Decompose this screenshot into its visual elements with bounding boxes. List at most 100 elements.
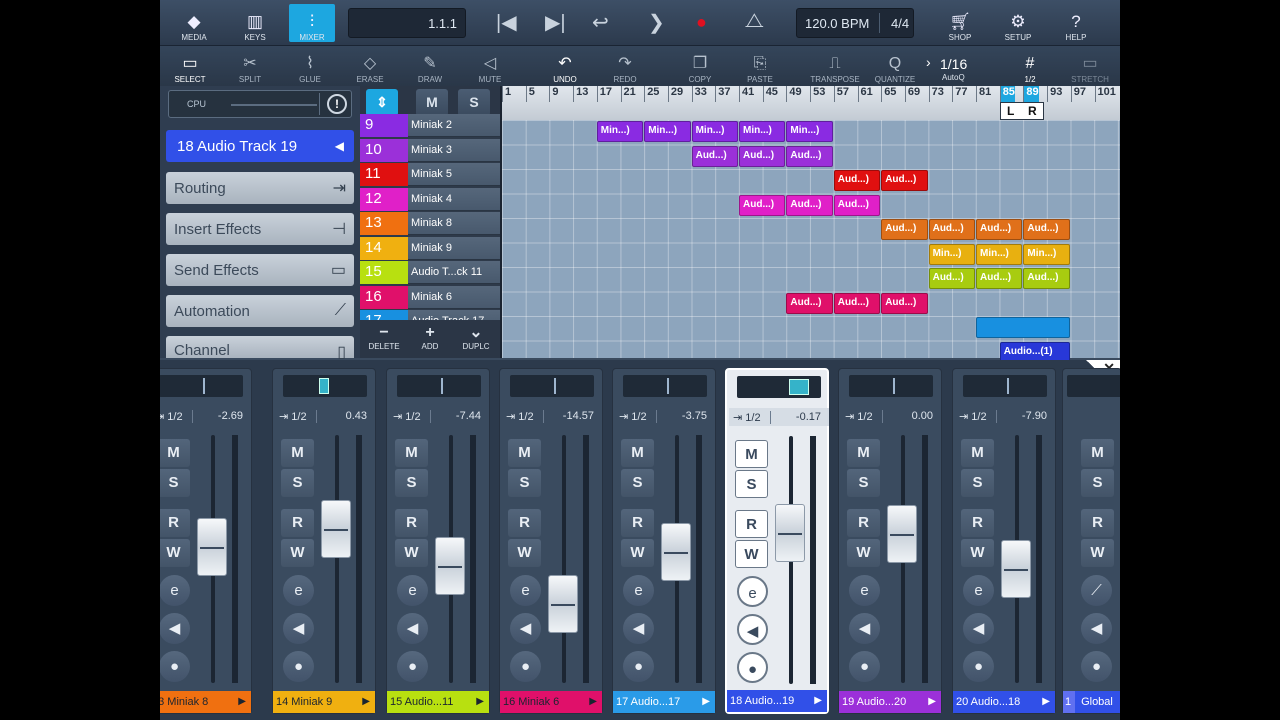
record-enable-button[interactable]: ● — [623, 651, 654, 682]
global-record-button[interactable]: ● — [1081, 651, 1112, 682]
cycle-icon[interactable]: ↩ — [592, 10, 609, 35]
track-row[interactable]: 10 Miniak 3 — [360, 138, 500, 162]
mute-button[interactable]: M — [395, 439, 428, 467]
edit-channel-button[interactable]: e — [397, 575, 428, 606]
mute-button[interactable]: M — [160, 439, 190, 467]
pan-indicator[interactable] — [667, 378, 669, 394]
record-enable-button[interactable]: ● — [283, 651, 314, 682]
monitor-button[interactable]: ◀ — [849, 613, 880, 644]
track-row[interactable]: 15 Audio T...ck 11 — [360, 261, 500, 284]
volume-fader[interactable] — [321, 500, 351, 559]
forward-icon[interactable]: ▶| — [545, 10, 566, 35]
channel-name-bar[interactable]: 14 Miniak 9 ▶ — [273, 691, 375, 713]
audio-event[interactable]: Aud...) — [833, 170, 881, 191]
audio-event[interactable]: Min...) — [691, 121, 738, 142]
audio-event[interactable]: Aud...) — [928, 219, 975, 240]
read-automation-button[interactable]: R — [395, 509, 428, 537]
solo-all-button[interactable]: S — [458, 89, 490, 116]
warning-icon[interactable]: ! — [327, 94, 347, 114]
select-tool[interactable]: ▭ SELECT — [165, 48, 215, 84]
pan-indicator[interactable] — [893, 378, 895, 394]
audio-event[interactable]: Min...) — [786, 121, 833, 142]
volume-fader[interactable] — [435, 537, 465, 596]
glue-tool[interactable]: ⌇ GLUE — [285, 48, 335, 84]
output-destination[interactable]: ⇥ 1/2 — [955, 409, 997, 423]
record-enable-button[interactable]: ● — [963, 651, 994, 682]
monitor-button[interactable]: ◀ — [737, 614, 768, 645]
quantize-button[interactable]: Q QUANTIZE — [870, 48, 920, 84]
selected-track-header[interactable]: 18 Audio Track 19 ◀ — [166, 130, 354, 162]
add-track-button[interactable]: + ADD — [408, 324, 452, 356]
routing-row[interactable]: ⇥ 1/2 -0.17 — [729, 408, 829, 426]
audio-event[interactable]: Aud...) — [1023, 219, 1070, 240]
channel-name-bar[interactable]: 16 Miniak 6 ▶ — [500, 691, 602, 713]
routing-row[interactable]: ⇥ 1/2 -2.69 — [160, 407, 251, 425]
mute-button[interactable]: M — [847, 439, 880, 467]
solo-button[interactable]: S — [847, 469, 880, 497]
mute-button[interactable]: M — [961, 439, 994, 467]
audio-event[interactable]: Min...) — [976, 243, 1023, 265]
read-automation-button[interactable]: R — [847, 509, 880, 537]
solo-button[interactable]: S — [160, 469, 190, 497]
record-enable-button[interactable]: ● — [849, 651, 880, 682]
audio-event[interactable]: Aud...) — [739, 145, 786, 167]
read-automation-button[interactable]: R — [160, 509, 190, 537]
routing-row[interactable]: ⇥ 1/2 -7.44 — [389, 407, 489, 425]
position-display[interactable]: 1.1.1 — [348, 8, 466, 38]
routing-row[interactable]: ⇥ 1/2 -3.75 — [615, 407, 715, 425]
mute-button[interactable]: M — [735, 440, 768, 468]
mute-button[interactable]: M — [281, 439, 314, 467]
routing-row[interactable]: ⇥ 1/2 -7.90 — [955, 407, 1055, 425]
write-automation-button[interactable]: W — [508, 539, 541, 567]
draw-tool[interactable]: ✎ DRAW — [405, 48, 455, 84]
record-enable-button[interactable]: ● — [160, 651, 190, 682]
channel-name-bar[interactable]: 18 Audio...19 ▶ — [727, 690, 827, 712]
volume-fader[interactable] — [197, 517, 227, 576]
pan-slider[interactable] — [737, 376, 821, 398]
audio-event[interactable] — [976, 317, 1070, 338]
audio-event[interactable]: Min...) — [928, 243, 975, 265]
record-icon[interactable]: ● — [696, 12, 707, 33]
setup-button[interactable]: ⚙ SETUP — [998, 4, 1038, 43]
output-destination[interactable]: ⇥ 1/2 — [275, 409, 317, 423]
output-destination[interactable]: ⇥ 1/2 — [502, 409, 544, 423]
audio-event[interactable]: Aud...) — [1023, 268, 1070, 289]
pan-slider[interactable] — [160, 375, 243, 397]
write-automation-button[interactable]: W — [281, 539, 314, 567]
edit-channel-button[interactable]: e — [160, 575, 190, 606]
routing-row[interactable]: ⇥ 1/2 0.00 — [841, 407, 941, 425]
timeline-ruler[interactable]: L R 1 5 9 13 17 21 25 29 33 37 41 45 49 53 57 61 65 69 73 7… — [502, 86, 1120, 120]
output-destination[interactable]: ⇥ 1/2 — [615, 409, 657, 423]
channel-name-bar[interactable]: 13 Miniak 8 ▶ — [160, 691, 251, 713]
inspector-automation[interactable]: Automation ⟋ — [166, 295, 354, 327]
output-destination[interactable]: ⇥ 1/2 — [841, 409, 883, 423]
pan-indicator[interactable] — [319, 378, 329, 394]
edit-channel-button[interactable]: e — [737, 576, 768, 607]
write-automation-button[interactable]: W — [735, 540, 768, 568]
record-enable-button[interactable]: ● — [510, 651, 541, 682]
solo-button[interactable]: S — [281, 469, 314, 497]
write-automation-button[interactable]: W — [847, 539, 880, 567]
collapse-arrow-icon[interactable]: ◀ — [335, 139, 344, 153]
read-automation-button[interactable]: R — [961, 509, 994, 537]
audio-event[interactable]: Min...) — [644, 121, 691, 142]
play-icon[interactable]: ❯ — [648, 10, 665, 35]
pan-slider[interactable] — [849, 375, 933, 397]
delete-track-button[interactable]: − DELETE — [362, 324, 406, 356]
pan-indicator[interactable] — [554, 378, 556, 394]
locator-box[interactable]: L R — [1000, 102, 1044, 120]
solo-button[interactable]: S — [735, 470, 768, 498]
edit-channel-button[interactable]: e — [510, 575, 541, 606]
channel-name-bar[interactable]: 17 Audio...17 ▶ — [613, 691, 715, 713]
audio-event[interactable]: Min...) — [739, 121, 786, 142]
audio-event[interactable]: Aud...) — [786, 194, 833, 216]
duplicate-track-button[interactable]: ⌄ DUPLC — [454, 324, 498, 356]
global-automation-button[interactable]: ⟋ — [1081, 575, 1112, 606]
channel-name-bar[interactable]: 15 Audio...11 ▶ — [387, 691, 489, 713]
split-tool[interactable]: ✂ SPLIT — [225, 48, 275, 84]
volume-fader[interactable] — [775, 503, 805, 562]
audio-event[interactable]: Aud...) — [833, 292, 881, 314]
audio-event[interactable]: Aud...) — [976, 268, 1023, 289]
undo-button[interactable]: ↶ UNDO — [540, 48, 590, 84]
copy-button[interactable]: ❐ COPY — [675, 48, 725, 84]
